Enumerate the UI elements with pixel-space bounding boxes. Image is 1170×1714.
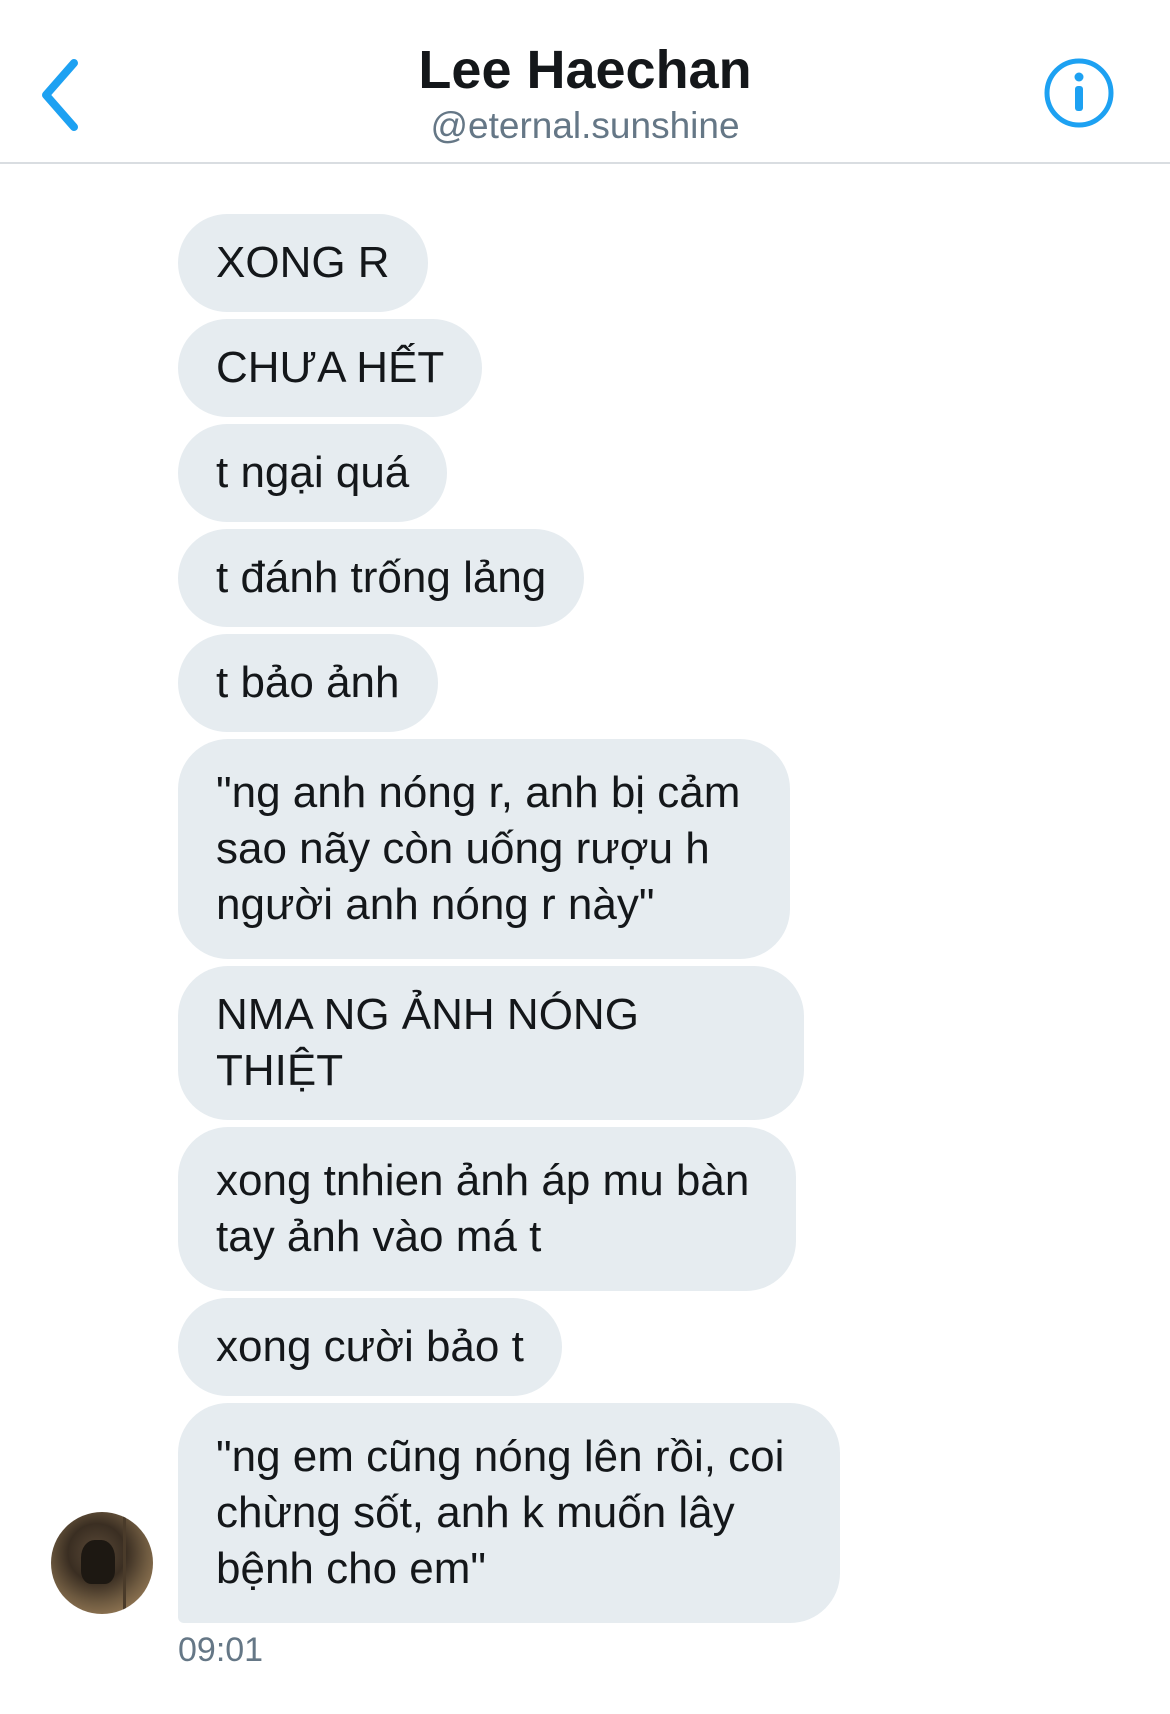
message-bubble[interactable]: t ngại quá xyxy=(178,424,448,522)
contact-handle: @eternal.sunshine xyxy=(430,105,740,146)
message-bubble[interactable]: t bảo ảnh xyxy=(178,634,438,732)
info-button[interactable] xyxy=(1042,56,1116,130)
message-bubble[interactable]: "ng em cũng nóng lên rồi, coi chừng sốt,… xyxy=(178,1403,840,1623)
message-list: XONG R CHƯA HẾT t ngại quá t đánh trống … xyxy=(178,214,938,1630)
message-bubble[interactable]: CHƯA HẾT xyxy=(178,319,483,417)
message-timestamp: 09:01 xyxy=(178,1631,264,1669)
avatar[interactable] xyxy=(51,1512,153,1614)
message-bubble[interactable]: NMA NG ẢNH NÓNG THIỆT xyxy=(178,966,804,1120)
conversation-header: Lee Haechan @eternal.sunshine xyxy=(0,0,1170,164)
info-circle-icon xyxy=(1044,58,1114,128)
conversation-title[interactable]: Lee Haechan @eternal.sunshine xyxy=(0,38,1170,150)
message-bubble[interactable]: "ng anh nóng r, anh bị cảm sao nãy còn u… xyxy=(178,739,790,959)
message-bubble[interactable]: XONG R xyxy=(178,214,428,312)
contact-name: Lee Haechan xyxy=(418,40,752,100)
message-bubble[interactable]: xong tnhien ảnh áp mu bàn tay ảnh vào má… xyxy=(178,1127,796,1291)
message-bubble[interactable]: t đánh trống lảng xyxy=(178,529,585,627)
message-bubble[interactable]: xong cười bảo t xyxy=(178,1298,562,1396)
